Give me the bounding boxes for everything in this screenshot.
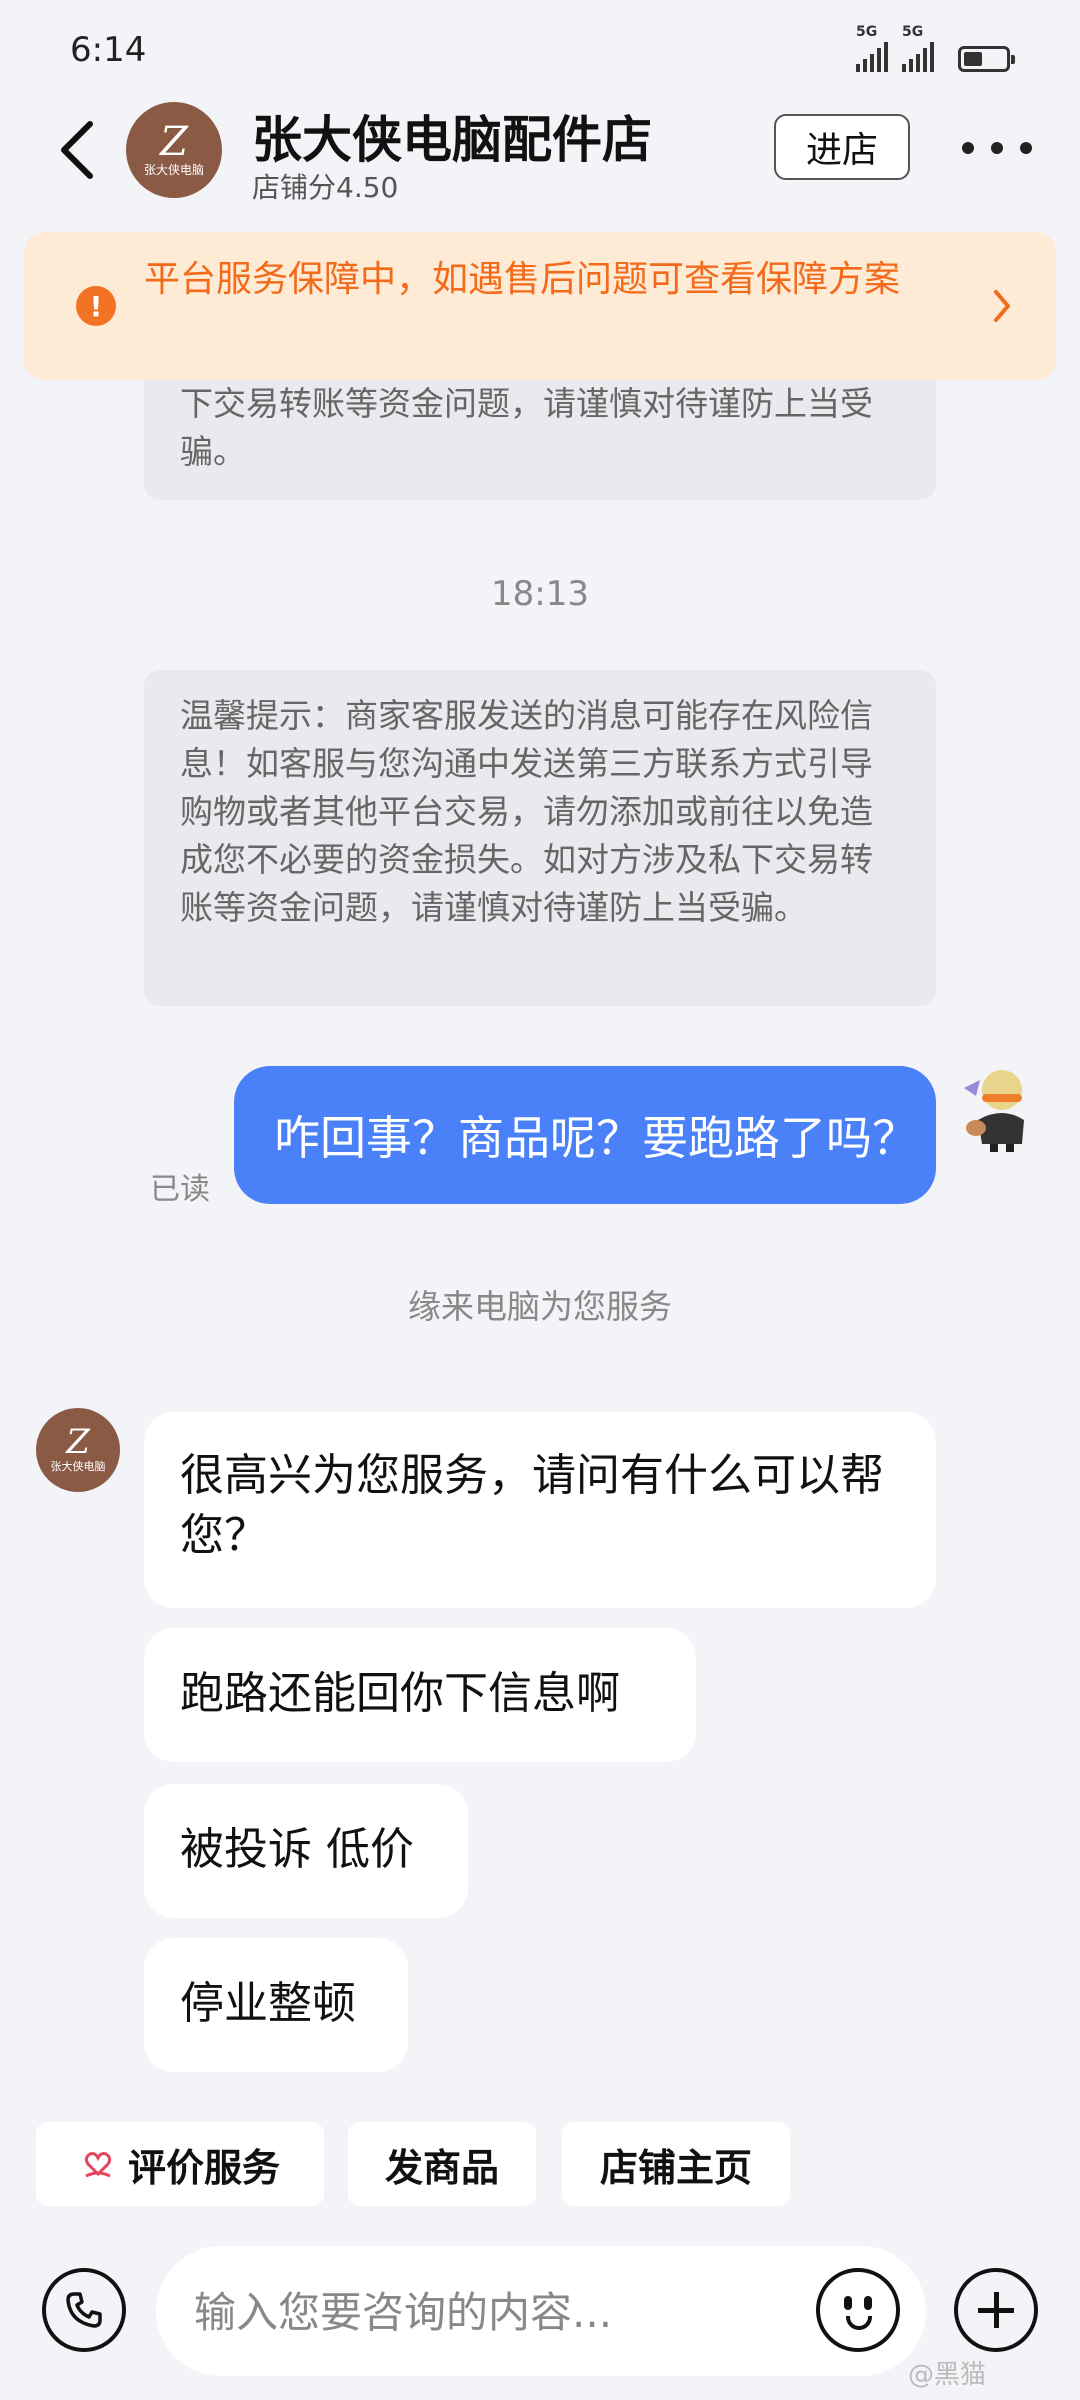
service-guarantee-banner[interactable]: ! 平台服务保障中，如遇售后问题可查看保障方案	[24, 232, 1056, 380]
my-avatar[interactable]	[958, 1060, 1040, 1154]
emoji-icon[interactable]	[816, 2268, 900, 2352]
shop-reply-bubble[interactable]: 很高兴为您服务，请问有什么可以帮您？	[144, 1412, 936, 1608]
user-avatar-icon	[964, 1070, 1024, 1152]
service-note: 缘来电脑为您服务	[408, 1287, 672, 1326]
chevron-right-icon	[994, 290, 1010, 322]
back-arrow-icon	[61, 121, 93, 179]
warning-tip-card-partial: 下交易转账等资金问题，请谨慎对待谨防上当受骗。	[144, 380, 936, 500]
signal-icon: 5G	[856, 24, 888, 72]
shop-reply-bubble[interactable]: 被投诉 低价	[144, 1784, 468, 1918]
shop-reply-bubble[interactable]: 跑路还能回你下信息啊	[144, 1628, 696, 1762]
heart-hand-icon	[84, 2152, 112, 2178]
rate-service-button[interactable]: 评价服务	[36, 2122, 324, 2206]
rate-service-label: 评价服务	[127, 2145, 280, 2190]
status-icons: 5G 5G	[856, 24, 1015, 72]
shop-score: 店铺分4.50	[252, 171, 399, 204]
exclamation-icon: !	[76, 286, 116, 326]
back-button[interactable]	[58, 120, 98, 180]
battery-icon	[958, 46, 1015, 72]
status-time: 6:14	[70, 30, 147, 70]
more-options-icon[interactable]	[962, 128, 1032, 168]
read-status: 已读	[150, 1172, 210, 1207]
send-product-label: 发商品	[384, 2145, 499, 2190]
enter-shop-button[interactable]: 进店	[774, 114, 910, 180]
watermark: @黑猫	[908, 2360, 987, 2390]
plus-icon[interactable]	[954, 2268, 1038, 2352]
shop-agent-avatar[interactable]: Z 张大侠电脑	[36, 1408, 120, 1492]
warning-tip-card: 温馨提示：商家客服发送的消息可能存在风险信息！如客服与您沟通中发送第三方联系方式…	[144, 670, 936, 1006]
shop-homepage-button[interactable]: 店铺主页	[562, 2122, 790, 2206]
message-input[interactable]	[192, 2280, 756, 2344]
my-message-bubble[interactable]: 咋回事？商品呢？要跑路了吗？	[234, 1066, 936, 1204]
shop-reply-bubble[interactable]: 停业整顿	[144, 1938, 408, 2072]
shop-homepage-label: 店铺主页	[599, 2145, 752, 2190]
banner-text: 平台服务保障中，如遇售后问题可查看保障方案	[144, 259, 901, 300]
signal-icon-2: 5G	[902, 24, 934, 72]
shop-avatar[interactable]: Z 张大侠电脑	[126, 102, 222, 198]
send-product-button[interactable]: 发商品	[348, 2122, 536, 2206]
shop-name[interactable]: 张大侠电脑配件店	[252, 100, 652, 172]
phone-icon[interactable]	[42, 2268, 126, 2352]
message-timestamp: 18:13	[491, 574, 589, 614]
message-input-box[interactable]	[156, 2246, 926, 2376]
